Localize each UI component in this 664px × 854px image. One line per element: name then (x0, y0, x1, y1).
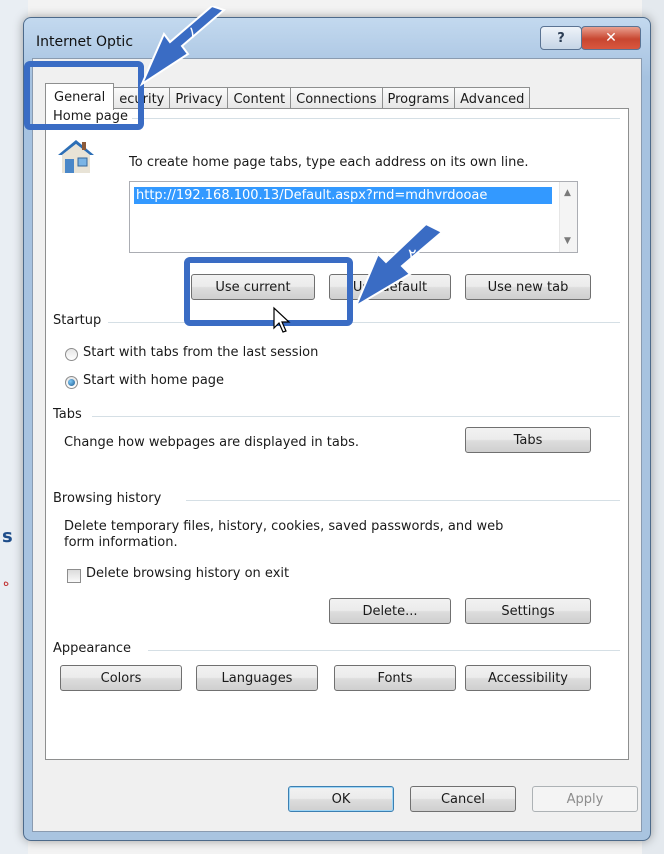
tab-general[interactable]: General (45, 83, 115, 110)
ok-button[interactable]: OK (288, 786, 394, 812)
use-current-highlight (184, 257, 353, 326)
languages-button[interactable]: Languages (196, 665, 318, 691)
tab-advanced[interactable]: Advanced (454, 87, 531, 110)
startup-last-session-label: Start with tabs from the last session (83, 345, 319, 360)
startup-home-page-radio[interactable] (65, 376, 78, 389)
dialog-client-area: General ecurity Privacy Content Connecti… (32, 58, 642, 832)
step-2-label: ٢ (408, 245, 417, 264)
question-icon: ? (557, 30, 565, 46)
delete-on-exit-label: Delete browsing history on exit (86, 566, 290, 581)
delete-on-exit-checkbox[interactable] (67, 569, 81, 583)
step-2-arrow-icon: ٢ (353, 222, 444, 309)
browsing-history-description: Delete temporary files, history, cookies… (64, 519, 504, 534)
fonts-button[interactable]: Fonts (334, 665, 456, 691)
group-divider (186, 500, 620, 501)
startup-group-label: Startup (53, 313, 106, 328)
home-page-url-text: http://192.168.100.13/Default.aspx?rnd=m… (134, 187, 552, 204)
colors-button[interactable]: Colors (60, 665, 182, 691)
use-new-tab-button[interactable]: Use new tab (465, 274, 591, 300)
step-1-label: ١ (188, 23, 197, 42)
tab-connections[interactable]: Connections (290, 87, 383, 110)
scroll-down-icon[interactable]: ▼ (564, 236, 571, 246)
cancel-button[interactable]: Cancel (410, 786, 516, 812)
close-button[interactable]: ✕ (581, 26, 641, 50)
group-divider (148, 650, 620, 651)
step-1-arrow-icon: ١ (139, 6, 226, 87)
background-text-fragment: s (2, 526, 13, 547)
appearance-group-label: Appearance (53, 641, 136, 656)
general-tab-panel: Home page To create home page tabs, type… (45, 108, 629, 760)
startup-home-page-label: Start with home page (83, 373, 225, 388)
close-icon: ✕ (605, 30, 617, 46)
tab-content[interactable]: Content (227, 87, 292, 110)
tabs-group-label: Tabs (53, 407, 86, 422)
browsing-history-description: form information. (64, 535, 178, 550)
tabs-description: Change how webpages are displayed in tab… (64, 435, 360, 450)
scroll-up-icon[interactable]: ▲ (564, 188, 571, 198)
history-settings-button[interactable]: Settings (465, 598, 591, 624)
background-text-fragment: ه (3, 575, 10, 589)
help-button[interactable]: ? (540, 26, 582, 50)
tab-privacy[interactable]: Privacy (169, 87, 229, 110)
home-page-instructions: To create home page tabs, type each addr… (129, 155, 529, 170)
tab-programs[interactable]: Programs (381, 87, 456, 110)
mouse-cursor-icon (273, 306, 291, 333)
startup-last-session-radio[interactable] (65, 348, 78, 361)
delete-button[interactable]: Delete... (329, 598, 451, 624)
group-divider (92, 416, 620, 417)
group-divider (126, 118, 620, 119)
apply-button[interactable]: Apply (532, 786, 638, 812)
window-title: Internet Optic (36, 34, 134, 50)
accessibility-button[interactable]: Accessibility (465, 665, 591, 691)
url-scrollbar[interactable]: ▲ ▼ (559, 182, 577, 252)
tabs-settings-button[interactable]: Tabs (465, 427, 591, 453)
internet-options-dialog: Internet Optic ? ✕ General ecurity Priva… (23, 17, 651, 841)
home-icon (58, 140, 94, 173)
browsing-history-group-label: Browsing history (53, 491, 166, 506)
